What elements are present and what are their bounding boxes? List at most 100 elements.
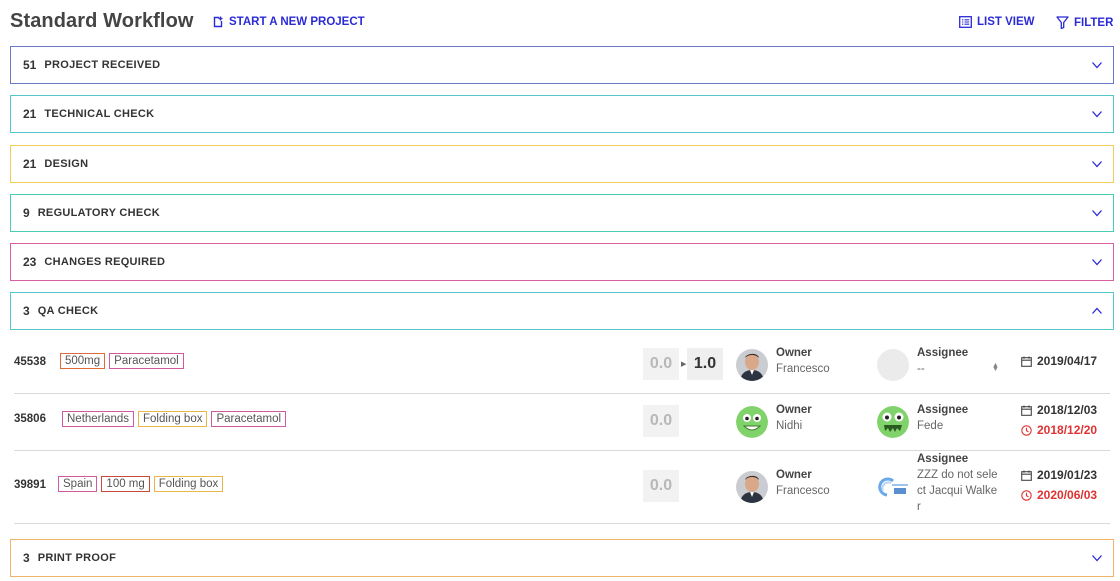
tag[interactable]: Folding box	[138, 411, 208, 427]
assignee-info[interactable]: Assignee Fede	[917, 402, 968, 434]
chevron-down-icon[interactable]	[1091, 59, 1103, 71]
owner-info: Owner Francesco	[776, 345, 830, 377]
owner-label: Owner	[776, 347, 812, 359]
stage-changes-required[interactable]: 23 CHANGES REQUIRED	[10, 243, 1114, 281]
stage-count: 21	[23, 107, 37, 121]
task-row[interactable]: 39891 Spain 100 mg Folding box 0.0 Owner…	[14, 451, 1110, 524]
filter-icon	[1056, 16, 1069, 29]
assignee-label: Assignee	[917, 453, 969, 465]
stage-name: CHANGES REQUIRED	[44, 256, 166, 268]
tag-list: 500mg Paracetamol	[60, 353, 184, 369]
new-document-icon	[213, 16, 223, 28]
stage-name: PRINT PROOF	[37, 552, 117, 564]
start-new-project-label: START A NEW PROJECT	[229, 16, 365, 28]
owner-name: Francesco	[776, 363, 830, 375]
stage-count: 23	[23, 255, 37, 269]
assignee-label: Assignee	[917, 347, 969, 359]
stage-count: 3	[23, 551, 30, 565]
task-row[interactable]: 45538 500mg Paracetamol 0.0 ▶ 1.0 Owner …	[14, 336, 1110, 394]
tag[interactable]: 500mg	[60, 353, 106, 369]
list-view-icon	[959, 16, 972, 28]
chevron-down-icon[interactable]	[1091, 108, 1103, 120]
stage-design[interactable]: 21 DESIGN	[10, 145, 1114, 183]
page-title: Standard Workflow	[10, 10, 194, 32]
score-current: 0.0	[643, 348, 679, 380]
due-date-value: 2019/01/23	[1037, 468, 1098, 482]
calendar-icon	[1021, 405, 1032, 416]
task-row[interactable]: 35806 Netherlands Folding box Paracetamo…	[14, 394, 1110, 451]
owner-name: Francesco	[776, 485, 830, 497]
tag[interactable]: 100 mg	[101, 476, 150, 492]
overdue-date-value: 2018/12/20	[1037, 423, 1098, 437]
assignee-avatar-placeholder[interactable]	[877, 349, 909, 381]
chevron-down-icon[interactable]	[1091, 552, 1103, 564]
assignee-avatar[interactable]	[877, 406, 909, 438]
tag[interactable]: Paracetamol	[211, 411, 287, 427]
owner-avatar[interactable]	[736, 349, 768, 381]
assignee-name: Fede	[917, 420, 944, 432]
score-current: 0.0	[643, 405, 679, 437]
overdue-date: 2018/12/20	[1021, 423, 1097, 437]
owner-label: Owner	[776, 404, 812, 416]
stage-name: QA CHECK	[37, 305, 99, 317]
tag[interactable]: Netherlands	[62, 411, 135, 427]
score-current: 0.0	[643, 470, 679, 502]
due-date: 2018/12/03	[1021, 403, 1097, 417]
sort-icon[interactable]: ▲ ▼	[992, 362, 999, 373]
overdue-date: 2020/06/03	[1021, 488, 1097, 502]
assignee-info[interactable]: Assignee ZZZ do not sele ct Jacqui Walke…	[917, 451, 998, 515]
chevron-down-icon[interactable]	[1091, 158, 1103, 170]
assignee-logo[interactable]	[877, 471, 909, 503]
clock-icon	[1021, 489, 1032, 501]
stage-project-received[interactable]: 51 PROJECT RECEIVED	[10, 46, 1114, 84]
stage-name: REGULATORY CHECK	[37, 207, 161, 219]
owner-label: Owner	[776, 469, 812, 481]
assignee-name-line: ZZZ do not sele	[917, 469, 998, 481]
stage-count: 51	[23, 58, 37, 72]
tag[interactable]: Spain	[58, 476, 98, 492]
stage-count: 21	[23, 157, 37, 171]
stage-count: 3	[23, 304, 30, 318]
stage-print-proof[interactable]: 3 PRINT PROOF	[10, 539, 1114, 577]
chevron-down-icon[interactable]	[1091, 207, 1103, 219]
calendar-icon	[1021, 470, 1032, 481]
list-view-button[interactable]: LIST VIEW	[959, 16, 1035, 28]
filter-label: FILTER	[1074, 16, 1114, 29]
tag-list: Spain 100 mg Folding box	[58, 476, 224, 492]
stage-name: DESIGN	[44, 158, 89, 170]
arrow-right-icon: ▶	[681, 361, 687, 368]
stage-count: 9	[23, 206, 30, 220]
chevron-down-icon[interactable]	[1091, 256, 1103, 268]
list-view-label: LIST VIEW	[977, 16, 1035, 28]
assignee-name: --	[917, 363, 925, 375]
owner-info: Owner Francesco	[776, 467, 830, 499]
score-next: 1.0	[687, 348, 723, 380]
owner-avatar[interactable]	[736, 471, 768, 503]
owner-name: Nidhi	[776, 420, 803, 432]
top-bar: Standard Workflow START A NEW PROJECT LI…	[0, 0, 1120, 46]
task-id[interactable]: 35806	[14, 413, 46, 425]
filter-button[interactable]: FILTER	[1056, 16, 1113, 29]
assignee-info[interactable]: Assignee --	[917, 345, 968, 377]
task-id[interactable]: 39891	[14, 479, 46, 491]
stage-technical-check[interactable]: 21 TECHNICAL CHECK	[10, 95, 1114, 133]
task-id[interactable]: 45538	[14, 356, 46, 368]
due-date: 2019/04/17	[1021, 354, 1097, 368]
chevron-up-icon[interactable]	[1091, 305, 1103, 317]
start-new-project-button[interactable]: START A NEW PROJECT	[212, 16, 365, 28]
overdue-date-value: 2020/06/03	[1037, 488, 1098, 502]
tag-list: Netherlands Folding box Paracetamol	[62, 411, 287, 427]
owner-avatar[interactable]	[736, 406, 768, 438]
assignee-name-line: r	[917, 501, 921, 513]
tag[interactable]: Paracetamol	[109, 353, 184, 369]
stage-qa-check[interactable]: 3 QA CHECK	[10, 292, 1114, 330]
tag[interactable]: Folding box	[153, 476, 224, 492]
assignee-label: Assignee	[917, 404, 969, 416]
owner-info: Owner Nidhi	[776, 402, 812, 434]
due-date-value: 2019/04/17	[1037, 354, 1098, 368]
stage-regulatory-check[interactable]: 9 REGULATORY CHECK	[10, 194, 1114, 232]
due-date-value: 2018/12/03	[1037, 403, 1098, 417]
calendar-icon	[1021, 356, 1032, 367]
stage-name: TECHNICAL CHECK	[44, 108, 155, 120]
due-date: 2019/01/23	[1021, 468, 1097, 482]
